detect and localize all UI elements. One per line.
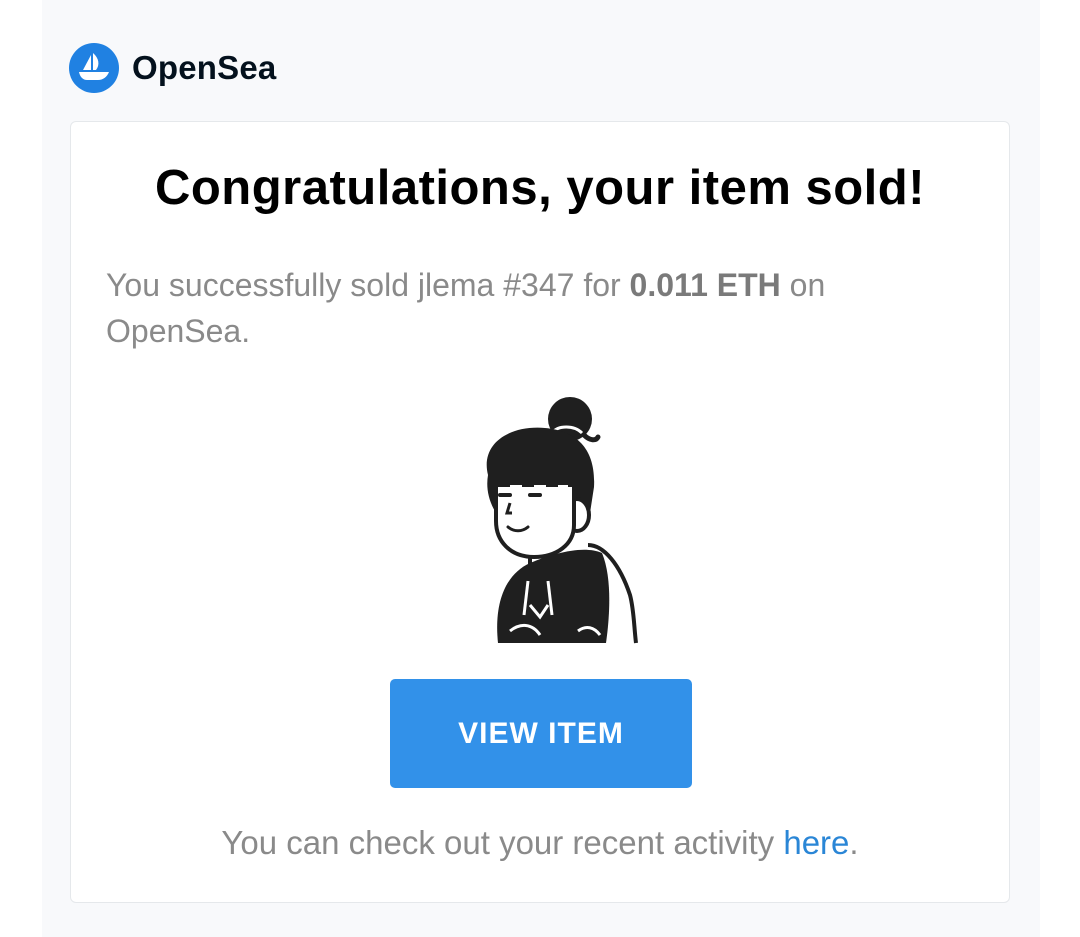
brand-name: OpenSea bbox=[132, 49, 277, 86]
email-page: OpenSea Congratulations, your item sold!… bbox=[0, 0, 1080, 937]
recent-activity-line: You can check out your recent activity h… bbox=[0, 824, 1080, 862]
brand-header[interactable]: OpenSea bbox=[69, 43, 276, 93]
headline: Congratulations, your item sold! bbox=[154, 161, 926, 215]
footer-suffix: . bbox=[849, 824, 859, 861]
message-prefix: You successfully sold jlema #347 for bbox=[106, 267, 630, 303]
sale-price: 0.011 ETH bbox=[629, 267, 781, 303]
sale-message: You successfully sold jlema #347 for 0.0… bbox=[106, 262, 966, 354]
recent-activity-link[interactable]: here bbox=[783, 824, 849, 861]
footer-prefix: You can check out your recent activity bbox=[221, 824, 784, 861]
opensea-logo-icon bbox=[69, 43, 119, 93]
nft-character-illustration bbox=[470, 395, 650, 645]
view-item-button[interactable]: VIEW ITEM bbox=[390, 679, 692, 788]
